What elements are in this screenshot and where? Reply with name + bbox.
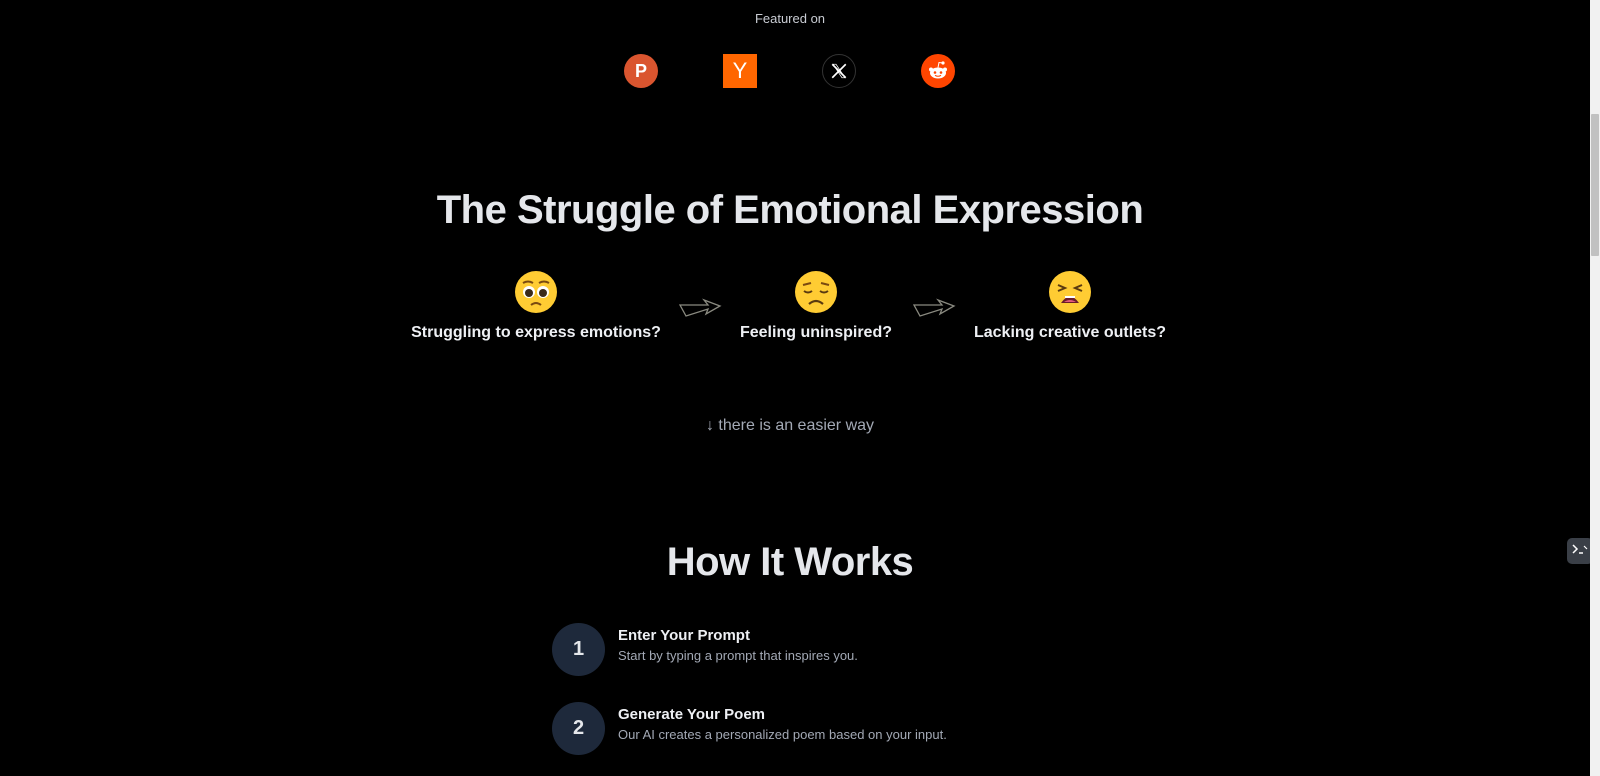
struggle-step: Lacking creative outlets?	[961, 270, 1179, 342]
hacker-news-icon[interactable]: Y	[723, 54, 757, 88]
disappointed-face-icon	[794, 270, 838, 314]
step-number-badge: 2	[552, 702, 605, 755]
step-description: Our AI creates a personalized poem based…	[618, 727, 947, 742]
easier-way-link[interactable]: ↓ there is an easier way	[0, 417, 1580, 435]
struggle-step-text: Lacking creative outlets?	[973, 324, 1167, 341]
terminal-icon	[1572, 542, 1588, 560]
arrow-right-icon	[912, 297, 956, 324]
struggle-step-text: Struggling to express emotions?	[411, 324, 661, 341]
page-scrollbar[interactable]	[1590, 0, 1600, 776]
scrollbar-thumb[interactable]	[1591, 114, 1599, 256]
step-description: Start by typing a prompt that inspires y…	[618, 648, 858, 663]
arrow-right-icon	[678, 297, 722, 324]
featured-on-label: Featured on	[754, 11, 826, 26]
step-number-badge: 1	[552, 623, 605, 676]
x-twitter-icon[interactable]	[822, 54, 856, 88]
struggle-heading: The Struggle of Emotional Expression	[436, 188, 1144, 232]
pleading-face-icon	[514, 270, 558, 314]
struggle-step: Struggling to express emotions?	[400, 270, 672, 342]
struggle-step-text: Feeling uninspired?	[739, 324, 892, 341]
how-it-works-heading: How It Works	[666, 540, 914, 584]
step-title: Generate Your Poem	[618, 706, 765, 723]
reddit-icon[interactable]	[921, 54, 955, 88]
step-title: Enter Your Prompt	[618, 627, 750, 644]
struggle-step: Feeling uninspired?	[721, 270, 911, 342]
product-hunt-icon[interactable]: P	[624, 54, 658, 88]
landing-page: Featured on P Y The Struggle of Emotiona…	[0, 0, 1590, 776]
weary-face-icon	[1048, 270, 1092, 314]
